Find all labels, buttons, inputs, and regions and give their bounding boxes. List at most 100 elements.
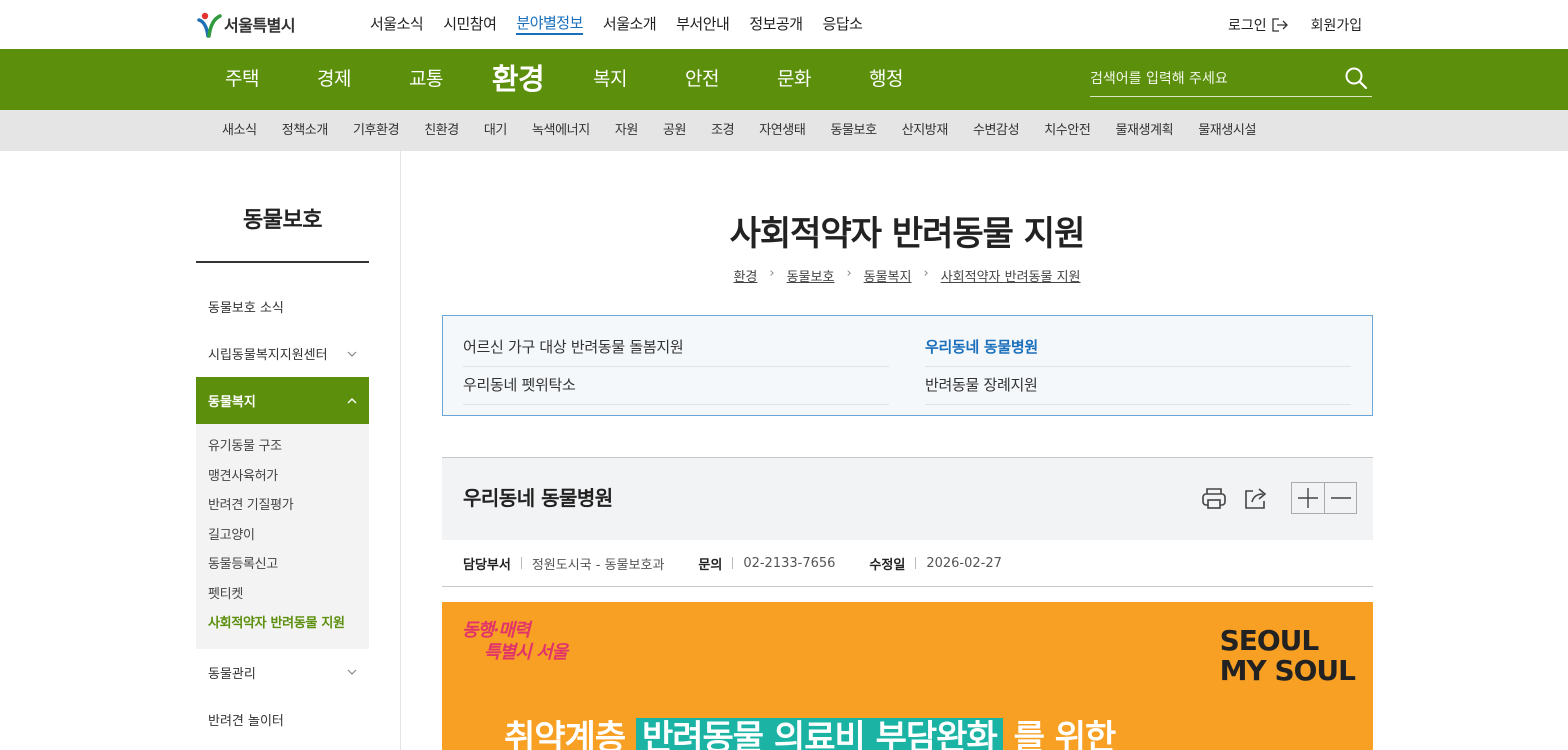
sidebar-sub-item[interactable]: 길고양이 <box>208 521 357 551</box>
global-nav: 서울소식 시민참여 분야별정보 서울소개 부서안내 정보공개 응답소 <box>370 0 882 49</box>
gnb-item-field-info[interactable]: 분야별정보 <box>516 13 583 35</box>
sub-nav-item[interactable]: 물재생시설 <box>1198 110 1256 151</box>
sidebar-sub-item-current[interactable]: 사회적약자 반려동물 지원 <box>208 609 357 639</box>
page-title: 사회적약자 반려동물 지원 <box>729 214 1086 254</box>
banner-headline-highlight: 반려동물 의료비 부담완화 <box>635 718 1003 750</box>
breadcrumb-separator-icon: › <box>769 266 775 281</box>
share-icon[interactable] <box>1241 483 1271 513</box>
category-nav: 주택 경제 교통 환경 복지 안전 문화 행정 <box>0 49 1568 110</box>
banner-headline: 취약계층 반려동물 의료비 부담완화 를 위한 <box>504 710 1116 750</box>
sub-nav-item[interactable]: 공원 <box>663 110 687 151</box>
minus-icon <box>1331 497 1351 499</box>
sidebar-item-animal-management[interactable]: 동물관리 <box>196 649 369 696</box>
sub-nav-item[interactable]: 수변감성 <box>973 110 1020 151</box>
sidebar-sub-item[interactable]: 동물등록신고 <box>208 550 357 580</box>
gnb-item-response[interactable]: 응답소 <box>823 0 863 49</box>
sidebar-sub-item[interactable]: 유기동물 구조 <box>208 432 357 462</box>
sidebar-item-label: 반려견 놀이터 <box>208 713 284 729</box>
sub-nav-item[interactable]: 녹색에너지 <box>532 110 590 151</box>
sidebar-item-label: 동물관리 <box>208 666 256 682</box>
article-title: 우리동네 동물병원 <box>463 486 613 510</box>
sidebar-sub-item[interactable]: 펫티켓 <box>208 580 357 610</box>
search-icon[interactable] <box>1344 66 1368 90</box>
sidebar: 동물보호 동물보호 소식 시립동물복지지원센터 동물복지 유기동물 구조 맹견사… <box>196 151 369 743</box>
sidebar-sub-item[interactable]: 반려견 기질평가 <box>208 491 357 521</box>
sidebar-item-welfare-center[interactable]: 시립동물복지지원센터 <box>196 330 369 377</box>
category-tab-safety[interactable]: 안전 <box>656 49 748 110</box>
category-tab-housing[interactable]: 주택 <box>196 49 288 110</box>
font-size-control <box>1291 482 1357 514</box>
chevron-down-icon <box>347 669 357 675</box>
signup-link[interactable]: 회원가입 <box>1311 15 1363 35</box>
category-tab-transport[interactable]: 교통 <box>380 49 472 110</box>
seoul-logo[interactable]: 서울특별시 <box>196 8 296 40</box>
banner-logo-line1: SEOUL <box>1219 624 1320 657</box>
banner-headline-pre: 취약계층 <box>504 718 626 750</box>
sub-nav-item[interactable]: 대기 <box>484 110 508 151</box>
related-link-pet-funeral[interactable]: 반려동물 장례지원 <box>925 367 1351 405</box>
sub-nav-item[interactable]: 자원 <box>615 110 639 151</box>
article-banner: 동행·매력 특별시 서울 SEOUL MY SOUL 취약계층 반려동물 의료비… <box>442 602 1373 750</box>
banner-slogan-line2: 특별시 서울 <box>484 642 568 663</box>
sub-nav-item[interactable]: 자연생태 <box>759 110 806 151</box>
banner-slogan: 동행·매력 특별시 서울 <box>462 620 568 664</box>
login-link[interactable]: 로그인 <box>1228 15 1289 35</box>
sub-nav-item-animal-protection[interactable]: 동물보호 <box>830 110 877 151</box>
banner-slogan-line1: 동행·매력 <box>462 620 531 641</box>
seoul-logo-icon <box>197 12 222 38</box>
meta-dept-label: 담당부서 <box>463 557 511 573</box>
related-link-elderly-care[interactable]: 어르신 가구 대상 반려동물 돌봄지원 <box>463 329 889 367</box>
category-tab-economy[interactable]: 경제 <box>288 49 380 110</box>
sub-nav-item[interactable]: 산지방재 <box>902 110 949 151</box>
sub-nav-item[interactable]: 기후환경 <box>353 110 400 151</box>
logo-text: 서울특별시 <box>224 16 296 35</box>
sidebar-item-label: 동물복지 <box>208 395 256 410</box>
search-input[interactable] <box>1090 63 1330 95</box>
zoom-out-button[interactable] <box>1324 483 1356 513</box>
sub-nav-item[interactable]: 조경 <box>711 110 735 151</box>
category-tab-culture[interactable]: 문화 <box>748 49 840 110</box>
sidebar-item-animal-welfare[interactable]: 동물복지 <box>196 377 369 424</box>
seoul-my-soul-logo: SEOUL MY SOUL <box>1219 624 1356 687</box>
print-icon[interactable] <box>1199 483 1229 513</box>
sub-nav-item[interactable]: 친환경 <box>424 110 459 151</box>
breadcrumb-separator-icon: › <box>923 266 929 281</box>
breadcrumb-item-current[interactable]: 사회적약자 반려동물 지원 <box>941 266 1081 285</box>
gnb-item-news[interactable]: 서울소식 <box>370 0 424 49</box>
gnb-item-info-disclosure[interactable]: 정보공개 <box>749 0 803 49</box>
top-header: 서울특별시 서울소식 시민참여 분야별정보 서울소개 부서안내 정보공개 응답소… <box>0 0 1568 49</box>
search-box <box>1090 63 1372 97</box>
plus-icon <box>1298 488 1318 508</box>
breadcrumb-item[interactable]: 동물복지 <box>864 266 912 285</box>
related-link-neighborhood-vet[interactable]: 우리동네 동물병원 <box>925 329 1351 367</box>
sub-nav-item[interactable]: 물재생계획 <box>1115 110 1173 151</box>
category-tab-environment[interactable]: 환경 <box>472 49 564 110</box>
sub-nav-item[interactable]: 새소식 <box>222 110 257 151</box>
sidebar-item-news[interactable]: 동물보호 소식 <box>196 283 369 330</box>
meta-contact-label: 문의 <box>698 557 723 573</box>
related-link-pet-daycare[interactable]: 우리동네 펫위탁소 <box>463 367 889 405</box>
category-tab-welfare[interactable]: 복지 <box>564 49 656 110</box>
sidebar-title: 동물보호 <box>196 151 369 263</box>
banner-logo-line2: MY SOUL <box>1219 654 1356 687</box>
breadcrumb-separator-icon: › <box>846 266 852 281</box>
gnb-item-participation[interactable]: 시민참여 <box>443 0 497 49</box>
sidebar-sub-item[interactable]: 맹견사육허가 <box>208 462 357 492</box>
sub-nav-item[interactable]: 정책소개 <box>282 110 329 151</box>
gnb-item-about-seoul[interactable]: 서울소개 <box>603 0 657 49</box>
sub-nav-item[interactable]: 치수안전 <box>1044 110 1091 151</box>
article-meta: 담당부서 정원도시국 - 동물보호과 문의 02-2133-7656 수정일 2… <box>442 540 1373 587</box>
sidebar-item-dog-playground[interactable]: 반려견 놀이터 <box>196 696 369 743</box>
breadcrumb-item[interactable]: 환경 <box>733 266 757 285</box>
gnb-item-departments[interactable]: 부서안내 <box>676 0 730 49</box>
meta-contact-value: 02-2133-7656 <box>743 555 836 571</box>
article-tools <box>1187 482 1357 514</box>
breadcrumb-item[interactable]: 동물보호 <box>787 266 835 285</box>
breadcrumb: 환경 › 동물보호 › 동물복지 › 사회적약자 반려동물 지원 <box>441 266 1373 285</box>
category-tab-administration[interactable]: 행정 <box>840 49 932 110</box>
utility-links: 로그인 회원가입 <box>1228 0 1362 49</box>
zoom-in-button[interactable] <box>1292 483 1324 513</box>
chevron-down-icon <box>347 351 357 357</box>
meta-modified-label: 수정일 <box>869 557 906 573</box>
chevron-up-icon <box>347 397 357 403</box>
